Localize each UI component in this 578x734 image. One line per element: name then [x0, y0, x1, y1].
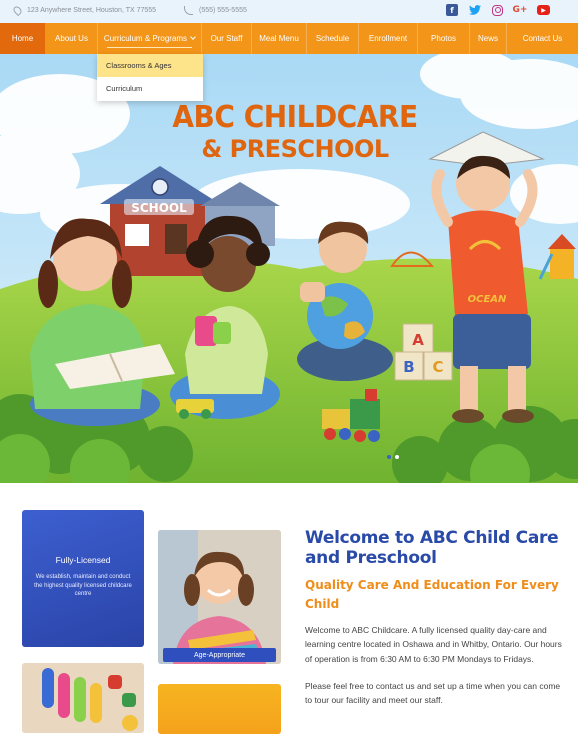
facebook-icon[interactable]: f	[446, 4, 458, 16]
welcome-title: Welcome to ABC Child Care and Preschool	[305, 528, 559, 568]
welcome-paragraph-1: Welcome to ABC Childcare. A fully licens…	[305, 625, 562, 664]
welcome-text-block: Welcome to ABC Child Care and Preschool …	[305, 528, 565, 707]
nav-about-us[interactable]: About Us	[46, 23, 98, 54]
youtube-icon[interactable]: ▶	[537, 5, 550, 15]
nav-enrollment[interactable]: Enrollment	[359, 23, 418, 54]
fully-licensed-title: Fully-Licensed	[55, 555, 111, 565]
age-appropriate-badge: Age-Appropriate	[163, 648, 276, 662]
welcome-paragraph-2: Please feel free to contact us and set u…	[305, 680, 561, 706]
chevron-down-icon	[190, 34, 196, 40]
block-b: B	[403, 358, 414, 376]
phone-icon	[184, 6, 193, 15]
twitter-icon[interactable]	[469, 4, 481, 16]
welcome-section: Fully-Licensed We establish, maintain an…	[0, 483, 578, 734]
top-info-bar: 123 Anywhere Street, Houston, TX 77555 (…	[0, 0, 578, 23]
shirt-text: OCEAN	[468, 294, 507, 305]
phone-text[interactable]: (555) 555-5555	[199, 7, 247, 14]
nav-contact-us[interactable]: Contact Us	[507, 23, 578, 54]
girl-photo	[158, 530, 281, 664]
painted-hands-photo[interactable]	[22, 663, 144, 733]
phone[interactable]: (555) 555-5555	[184, 6, 247, 15]
age-appropriate-photo-card[interactable]	[158, 530, 281, 664]
address-text: 123 Anywhere Street, Houston, TX 77555	[27, 7, 157, 14]
nav-news[interactable]: News	[470, 23, 507, 54]
nav-schedule[interactable]: Schedule	[307, 23, 359, 54]
hero-title-line2: & PRESCHOOL	[201, 135, 389, 163]
school-sign-text: SCHOOL	[131, 201, 187, 215]
nav-our-staff[interactable]: Our Staff	[202, 23, 252, 54]
google-plus-icon[interactable]: G+	[513, 4, 528, 16]
fully-licensed-card[interactable]: Fully-Licensed We establish, maintain an…	[22, 510, 144, 647]
hero-title-line1: ABC CHILDCARE	[172, 98, 418, 135]
block-c: C	[432, 358, 443, 376]
instagram-icon[interactable]	[492, 4, 503, 16]
hero-banner: SCHOOL A B C OCEAN ABC CHILDCARE & PRESC…	[0, 54, 578, 483]
welcome-subtitle: Quality Care And Education For Every Chi…	[305, 578, 559, 611]
curriculum-dropdown: Classrooms & Ages Curriculum	[97, 54, 203, 101]
main-nav: Home About Us Curriculum & Programs Our …	[0, 23, 578, 54]
social-links: f G+ ▶	[446, 4, 550, 16]
nav-photos[interactable]: Photos	[418, 23, 470, 54]
nav-meal-menu[interactable]: Meal Menu	[252, 23, 307, 54]
nav-curriculum-programs[interactable]: Curriculum & Programs	[98, 23, 202, 54]
location-pin-icon	[11, 4, 24, 17]
nav-home[interactable]: Home	[0, 23, 46, 54]
dropdown-item-classrooms-ages[interactable]: Classrooms & Ages	[97, 54, 203, 77]
block-a: A	[412, 331, 424, 349]
address: 123 Anywhere Street, Houston, TX 77555	[11, 4, 157, 17]
dropdown-item-curriculum[interactable]: Curriculum	[97, 77, 203, 100]
yellow-card[interactable]	[158, 684, 281, 734]
fully-licensed-text: We establish, maintain and conduct the h…	[34, 574, 132, 597]
